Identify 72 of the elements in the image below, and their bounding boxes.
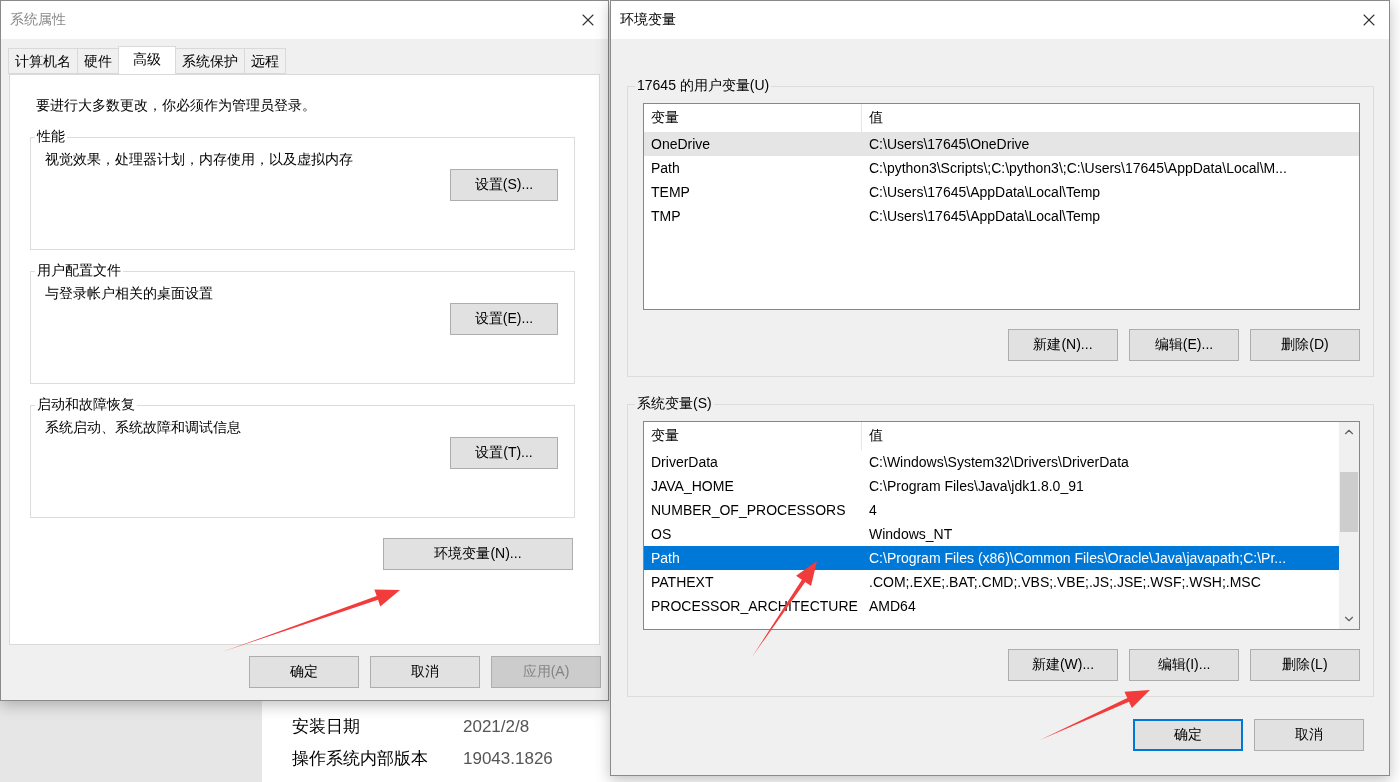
variable-row[interactable]: DriverData C:\Windows\System32\Drivers\DriverData xyxy=(644,450,1339,474)
variable-name: PATHEXT xyxy=(650,574,715,590)
variable-value: C:\Users\17645\AppData\Local\Temp xyxy=(868,208,1102,224)
tab[interactable]: 系统保护 xyxy=(175,48,245,74)
environment-variables-button[interactable]: 环境变量(N)... xyxy=(383,538,573,570)
tab[interactable]: 远程 xyxy=(244,48,286,74)
list-action-button[interactable]: 删除(L) xyxy=(1250,649,1360,681)
settings-button[interactable]: 设置(S)... xyxy=(450,169,558,201)
variable-name: DriverData xyxy=(650,454,719,470)
variable-value: C:\Program Files\Java\jdk1.8.0_91 xyxy=(868,478,1085,494)
group-title: 性能 xyxy=(35,128,66,146)
variable-value: 4 xyxy=(868,502,878,518)
tab[interactable]: 高级 xyxy=(118,46,176,74)
group-title: 17645 的用户变量(U) xyxy=(636,77,771,95)
variable-row[interactable]: JAVA_HOME C:\Program Files\Java\jdk1.8.0_91 xyxy=(644,474,1339,498)
column-header[interactable]: 值 xyxy=(862,104,1359,132)
variable-list[interactable] xyxy=(643,421,1360,630)
variable-list[interactable]: 变量 值 OneDrive C:\Users\17645\OneDrive Path C:\python3\Scripts\;C:\python3\;C:\Users\17645\AppData\Local\M... TEMP C:\Users\17645\AppData\Local\Temp TMP C:\Users\17645\AppData\Local\Temp xyxy=(643,103,1360,310)
variable-row[interactable]: NUMBER_OF_PROCESSORS 4 xyxy=(644,498,1339,522)
variable-value: C:\Users\17645\OneDrive xyxy=(868,136,1031,152)
variable-value: C:\Windows\System32\Drivers\DriverData xyxy=(868,454,1130,470)
variable-name: JAVA_HOME xyxy=(650,478,735,494)
dialog-button[interactable]: 取消 xyxy=(370,656,480,688)
tab[interactable]: 硬件 xyxy=(77,48,119,74)
dialog-button[interactable]: 取消 xyxy=(1254,719,1364,751)
variable-value: Windows_NT xyxy=(868,526,954,542)
list-action-button[interactable]: 编辑(E)... xyxy=(1129,329,1239,361)
tab[interactable]: 计算机名 xyxy=(8,48,78,74)
settings-button[interactable]: 设置(E)... xyxy=(450,303,558,335)
group-title: 用户配置文件 xyxy=(36,262,122,280)
variable-value: C:\python3\Scripts\;C:\python3\;C:\Users\17645\AppData\Local\M... xyxy=(868,160,1288,176)
variable-name: TMP xyxy=(650,208,682,224)
variable-row[interactable]: OneDrive C:\Users\17645\OneDrive xyxy=(644,132,1359,156)
variable-row[interactable]: OS Windows_NT xyxy=(644,522,1339,546)
scrollbar-thumb[interactable] xyxy=(1340,472,1358,532)
column-header[interactable]: 变量 xyxy=(644,422,862,450)
variable-name: Path xyxy=(650,160,681,176)
group-description: 与登录帐户相关的桌面设置 xyxy=(45,285,214,303)
info-value: 2021/2/8 xyxy=(463,716,531,738)
column-header[interactable]: 值 xyxy=(862,422,1339,450)
window-title: 环境变量 xyxy=(620,11,676,29)
info-value: 19043.1826 xyxy=(463,748,553,770)
notice-text: 要进行大多数更改，你必须作为管理员登录。 xyxy=(36,97,317,115)
group-title: 系统变量(S) xyxy=(636,395,713,413)
window-title: 系统属性 xyxy=(10,11,66,29)
variable-value: C:\Users\17645\AppData\Local\Temp xyxy=(868,184,1102,200)
dialog-button[interactable]: 确定 xyxy=(249,656,359,688)
variable-value: AMD64 xyxy=(868,598,917,614)
settings-button[interactable]: 设置(T)... xyxy=(450,437,558,469)
list-action-button[interactable]: 新建(N)... xyxy=(1008,329,1118,361)
list-action-button[interactable]: 编辑(I)... xyxy=(1129,649,1239,681)
variable-row[interactable]: Path C:\python3\Scripts\;C:\python3\;C:\Users\17645\AppData\Local\M... xyxy=(644,156,1359,180)
list-action-button[interactable]: 新建(W)... xyxy=(1008,649,1118,681)
list-action-button[interactable]: 删除(D) xyxy=(1250,329,1360,361)
group-title: 启动和故障恢复 xyxy=(36,396,136,414)
variable-name: OneDrive xyxy=(650,136,712,152)
variable-row[interactable]: TEMP C:\Users\17645\AppData\Local\Temp xyxy=(644,180,1359,204)
dialog-button[interactable]: 确定 xyxy=(1133,719,1243,751)
variable-row[interactable]: TMP C:\Users\17645\AppData\Local\Temp xyxy=(644,204,1359,228)
scrollbar[interactable] xyxy=(1339,422,1359,629)
variable-row[interactable]: PATHEXT .COM;.EXE;.BAT;.CMD;.VBS;.VBE;.JS;.JSE;.WSF;.WSH;.MSC xyxy=(644,570,1339,594)
variable-row[interactable]: Path C:\Program Files (x86)\Common Files\Oracle\Java\javapath;C:\Pr... xyxy=(644,546,1339,570)
group-description: 视觉效果，处理器计划，内存使用，以及虚拟内存 xyxy=(45,151,354,169)
variable-name: Path xyxy=(650,550,681,566)
variable-name: TEMP xyxy=(650,184,691,200)
variable-name: NUMBER_OF_PROCESSORS xyxy=(650,502,847,518)
variable-name: OS xyxy=(650,526,673,542)
info-label: 安装日期 xyxy=(292,716,361,738)
group-description: 系统启动、系统故障和调试信息 xyxy=(45,419,242,437)
info-label: 操作系统内部版本 xyxy=(292,748,429,770)
variable-value: C:\Program Files (x86)\Common Files\Oracle\Java\javapath;C:\Pr... xyxy=(868,550,1288,566)
variable-value: .COM;.EXE;.BAT;.CMD;.VBS;.VBE;.JS;.JSE;.WSF;.WSH;.MSC xyxy=(868,574,1262,590)
